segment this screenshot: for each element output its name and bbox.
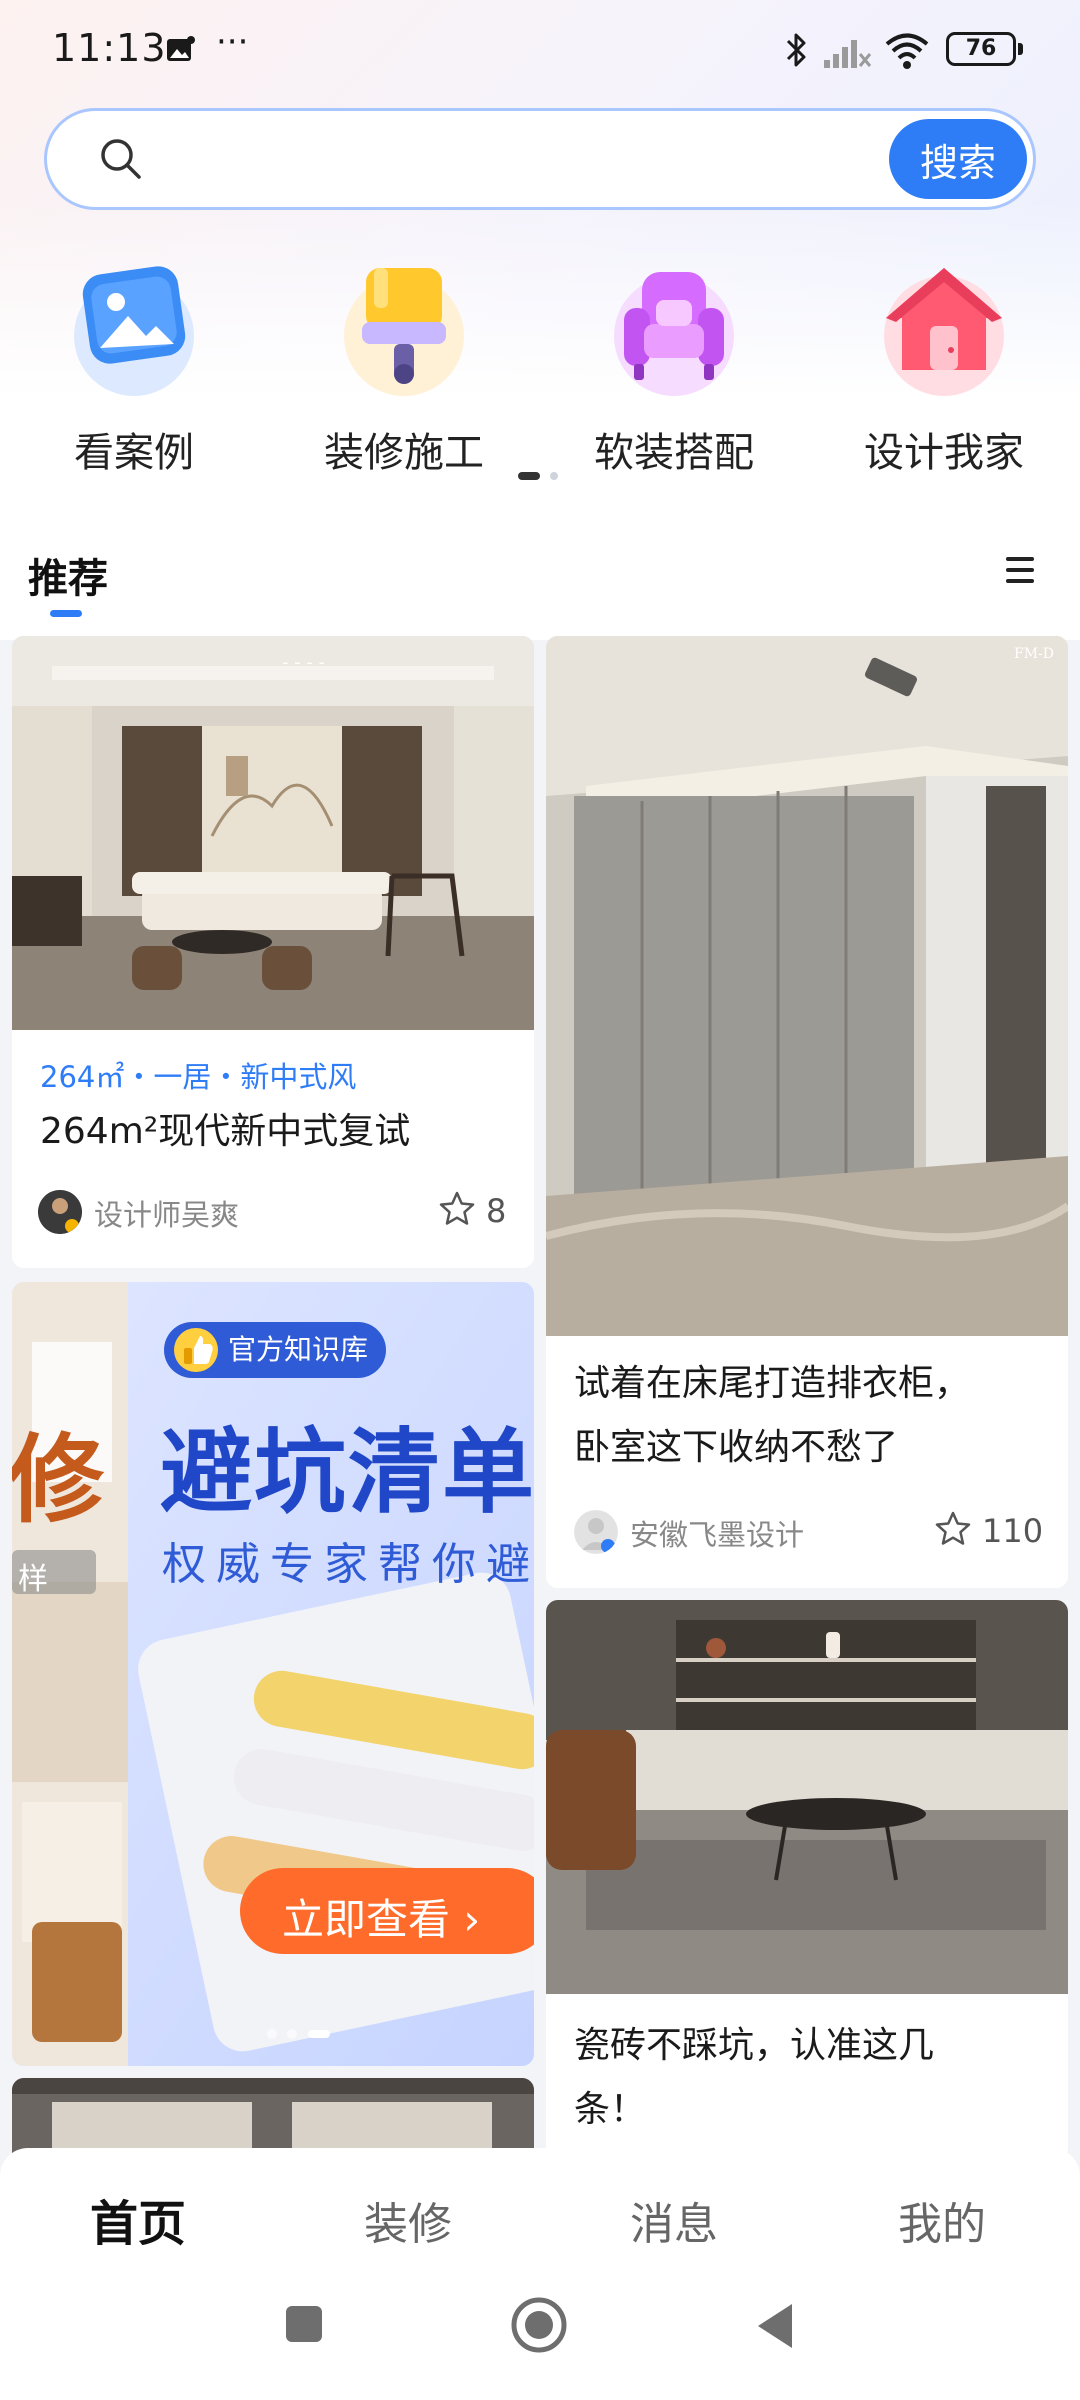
- armchair-icon: [604, 262, 744, 402]
- card-image-bedroom-wardrobe: FM-D: [546, 636, 1068, 1336]
- feed-card[interactable]: 瓷砖不踩坑，认准这几 条！: [546, 1600, 1068, 2160]
- ad-banner-card[interactable]: 官方知识库 避坑清单 权威专家帮你避 修 样 立即查看 ›: [12, 1282, 534, 2066]
- ad-headline: 避坑清单: [160, 1419, 534, 1526]
- ad-badge: 官方知识库: [164, 1322, 387, 1378]
- card-author: 设计师吴爽: [94, 1198, 240, 1232]
- gallery-notification-icon: [167, 36, 195, 61]
- house-icon: [874, 262, 1014, 402]
- category-soft-furnishing[interactable]: 软装搭配: [564, 262, 784, 478]
- card-tag: 264㎡・一居・新中式风: [40, 1060, 357, 1094]
- carousel-indicator: [550, 472, 558, 480]
- nav-messages[interactable]: 消息: [574, 2188, 774, 2252]
- paint-roller-icon: [334, 262, 474, 402]
- battery-level: 76: [965, 36, 997, 61]
- nav-renovation[interactable]: 装修: [308, 2188, 508, 2252]
- thumbs-up-icon: [174, 1328, 218, 1372]
- category-design-my-home[interactable]: 设计我家: [834, 262, 1054, 478]
- favorite-count: 110: [982, 1512, 1044, 1550]
- ad-cta-button[interactable]: 立即查看 ›: [282, 1886, 480, 1947]
- status-bar: 11:13 ··· 76: [0, 0, 1080, 100]
- card-title-line: 卧室这下收纳不愁了: [574, 1427, 899, 1468]
- list-menu-icon[interactable]: [1004, 554, 1036, 586]
- card-title: 264m²现代新中式复试: [40, 1111, 411, 1152]
- card-title: 瓷砖不踩坑，认准这几 条！: [574, 2014, 1042, 2142]
- feed-card[interactable]: - - - - 264㎡・一居・新中式风 264m²现代新中式复试 设计师吴爽 …: [12, 636, 534, 1268]
- search-input[interactable]: [159, 129, 799, 191]
- avatar: [574, 1510, 618, 1554]
- picture-icon: [64, 262, 204, 402]
- search-button[interactable]: 搜索: [889, 119, 1027, 199]
- category-construction[interactable]: 装修施工: [294, 262, 514, 478]
- avatar: [38, 1190, 82, 1234]
- star-icon[interactable]: [438, 1190, 476, 1228]
- category-label: 装修施工: [324, 430, 484, 476]
- carousel-indicator-active: [518, 472, 540, 480]
- recent-apps-icon[interactable]: [282, 2302, 326, 2346]
- home-button-icon[interactable]: [510, 2296, 568, 2354]
- more-notifications-icon: ···: [216, 22, 249, 62]
- tab-underline: [50, 610, 82, 617]
- feed-card[interactable]: FM-D 试着在床尾打造排衣柜， 卧室这下收纳不愁了 安徽飞墨设计 110: [546, 636, 1068, 1588]
- nav-home[interactable]: 首页: [38, 2184, 238, 2254]
- ad-side-text: 修: [12, 1424, 104, 1536]
- svg-text:- - - -: - - - -: [282, 652, 325, 673]
- chevron-right-icon: ›: [463, 1895, 481, 1944]
- card-image-tile-living-room: [546, 1600, 1068, 1994]
- card-title-line: 瓷砖不踩坑，认准这几: [574, 2025, 935, 2066]
- ad-side-small-text: 样: [18, 1562, 48, 1597]
- ad-cta-label: 立即查看: [282, 1895, 451, 1944]
- status-time: 11:13: [52, 26, 167, 70]
- card-title-line: 试着在床尾打造排衣柜，: [574, 1363, 971, 1404]
- tab-recommend[interactable]: 推荐: [28, 546, 108, 604]
- ad-subline: 权威专家帮你避: [162, 1539, 534, 1590]
- bluetooth-icon: [786, 33, 806, 67]
- card-title: 试着在床尾打造排衣柜， 卧室这下收纳不愁了: [574, 1352, 1042, 1480]
- star-icon[interactable]: [934, 1510, 972, 1548]
- wifi-icon: [885, 33, 929, 69]
- card-image-living-room: - - - -: [12, 636, 534, 1030]
- bottom-navigation: 首页 装修 消息 我的: [0, 2148, 1080, 2400]
- category-label: 看案例: [74, 430, 194, 476]
- back-button-icon[interactable]: [754, 2302, 796, 2350]
- battery-icon: 76: [946, 32, 1023, 66]
- category-label: 设计我家: [864, 430, 1024, 476]
- favorite-count: 8: [486, 1192, 507, 1230]
- category-cases[interactable]: 看案例: [24, 262, 244, 478]
- card-author: 安徽飞墨设计: [630, 1518, 805, 1552]
- search-icon: [101, 139, 141, 179]
- ad-badge-label: 官方知识库: [228, 1333, 369, 1366]
- card-title-line: 条！: [574, 2089, 647, 2130]
- nav-profile[interactable]: 我的: [842, 2188, 1042, 2252]
- search-bar[interactable]: 搜索: [44, 108, 1036, 210]
- svg-text:FM-D: FM-D: [1014, 646, 1054, 662]
- cellular-signal-icon: [824, 40, 872, 68]
- category-label: 软装搭配: [594, 430, 754, 476]
